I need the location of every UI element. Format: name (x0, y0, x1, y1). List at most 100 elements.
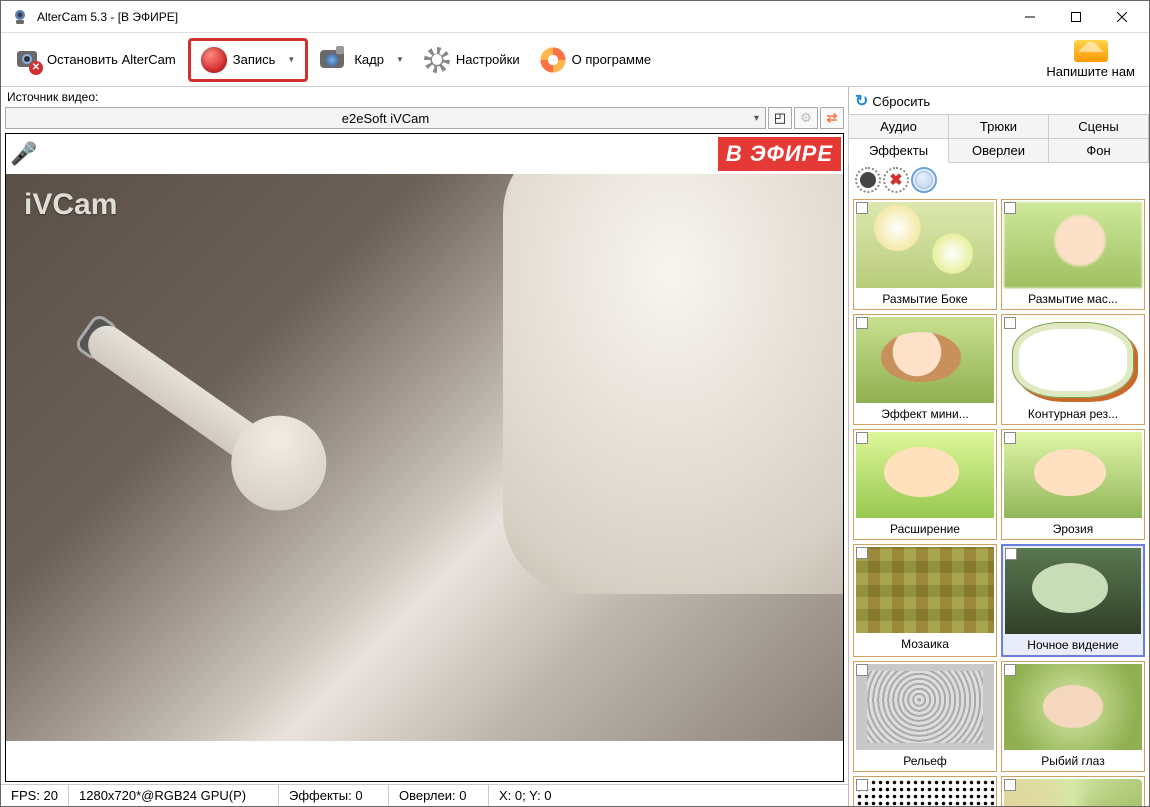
tab-scenes[interactable]: Сцены (1048, 114, 1149, 139)
webcam-stop-icon: ✕ (15, 47, 41, 73)
effect-checkbox[interactable] (1004, 779, 1016, 791)
frame-label: Кадр (354, 52, 384, 67)
effect-checkbox[interactable] (856, 547, 868, 559)
refresh-icon: ↻ (855, 91, 868, 111)
video-frame: iVCam (6, 174, 843, 741)
titlebar: AlterCam 5.3 - [В ЭФИРЕ] (1, 1, 1149, 33)
effect-label: Размытие мас... (1002, 290, 1144, 309)
camera-icon (320, 46, 348, 74)
toolbar: ✕ Остановить AlterCam Запись ▼ Кадр ▼ На… (1, 33, 1149, 87)
crop-button[interactable]: ◰ (768, 107, 792, 129)
record-icon (201, 47, 227, 73)
effect-label: Расширение (854, 520, 996, 539)
effect-label: Эрозия (1002, 520, 1144, 539)
frame-button[interactable]: Кадр ▼ (312, 42, 412, 78)
dropdown-arrow-icon[interactable]: ▼ (396, 55, 404, 64)
tab-audio[interactable]: Аудио (848, 114, 949, 139)
source-combobox[interactable]: e2eSoft iVCam (5, 107, 766, 129)
close-button[interactable] (1099, 2, 1145, 32)
mode-clear[interactable]: ✖ (883, 167, 909, 193)
about-button[interactable]: О программе (532, 43, 660, 77)
effect-thumbnail (856, 432, 994, 518)
effect-item[interactable]: Рыбий глаз (1001, 661, 1145, 772)
effect-label: Эффект мини... (854, 405, 996, 424)
source-label: Источник видео: (1, 87, 848, 107)
effect-checkbox[interactable] (856, 664, 868, 676)
mode-none[interactable] (855, 167, 881, 193)
tab-effects[interactable]: Эффекты (848, 138, 949, 163)
dropdown-arrow-icon[interactable]: ▼ (287, 55, 295, 64)
video-top-bar: 🎤 В ЭФИРЕ (6, 134, 843, 174)
status-bar: FPS: 20 1280x720*@RGB24 GPU(P) Эффекты: … (1, 784, 848, 806)
reset-button[interactable]: ↻ Сбросить (849, 87, 1149, 115)
effect-item[interactable]: Эффект мини... (853, 314, 997, 425)
crop-icon: ◰ (774, 110, 786, 126)
effect-thumbnail (1004, 317, 1142, 403)
status-effects: Эффекты: 0 (279, 785, 389, 806)
minimize-button[interactable] (1007, 2, 1053, 32)
effect-item[interactable]: Размытие мас... (1001, 199, 1145, 310)
effect-checkbox[interactable] (856, 317, 868, 329)
app-icon (11, 8, 29, 26)
source-value: e2eSoft iVCam (342, 111, 429, 126)
effect-checkbox[interactable] (856, 202, 868, 214)
stop-label: Остановить AlterCam (47, 52, 176, 67)
mode-circle[interactable] (911, 167, 937, 193)
effect-thumbnail (856, 202, 994, 288)
effect-checkbox[interactable] (1004, 202, 1016, 214)
settings-gear-button[interactable]: ⚙ (794, 107, 818, 129)
status-fps: FPS: 20 (1, 785, 69, 806)
video-preview: 🎤 В ЭФИРЕ iVCam (5, 133, 844, 782)
tab-tricks[interactable]: Трюки (948, 114, 1049, 139)
record-button[interactable]: Запись ▼ (188, 38, 309, 82)
effect-checkbox[interactable] (856, 779, 868, 791)
effect-thumbnail (1004, 202, 1142, 288)
effect-thumbnail (1004, 432, 1142, 518)
write-us-button[interactable]: Напишите нам (1038, 40, 1143, 79)
effect-label: Рыбий глаз (1002, 752, 1144, 771)
effect-item[interactable]: Полутон (853, 776, 997, 806)
tab-background[interactable]: Фон (1048, 138, 1149, 163)
microphone-icon[interactable]: 🎤 (10, 141, 37, 167)
stop-altercam-button[interactable]: ✕ Остановить AlterCam (7, 43, 184, 77)
effect-item[interactable]: Вихрь (1001, 776, 1145, 806)
maximize-button[interactable] (1053, 2, 1099, 32)
effect-item[interactable]: Размытие Боке (853, 199, 997, 310)
effect-label: Рельеф (854, 752, 996, 771)
tab-overlays[interactable]: Оверлеи (948, 138, 1049, 163)
reset-label: Сбросить (872, 94, 930, 109)
effect-thumbnail (856, 664, 994, 750)
effect-checkbox[interactable] (1004, 664, 1016, 676)
effect-item[interactable]: Рельеф (853, 661, 997, 772)
gear-small-icon: ⚙ (800, 110, 812, 126)
left-panel: Источник видео: e2eSoft iVCam ◰ ⚙ ⇄ 🎤 В … (1, 87, 849, 806)
status-overlays: Оверлеи: 0 (389, 785, 489, 806)
app-window: AlterCam 5.3 - [В ЭФИРЕ] ✕ Остановить Al… (0, 0, 1150, 807)
gear-icon (424, 47, 450, 73)
effects-list[interactable]: Размытие Боке Размытие мас... Эффект мин… (849, 197, 1149, 806)
effect-label: Контурная рез... (1002, 405, 1144, 424)
effect-thumbnail (856, 317, 994, 403)
live-badge: В ЭФИРЕ (718, 137, 841, 171)
effect-item[interactable]: Мозаика (853, 544, 997, 657)
effect-checkbox[interactable] (856, 432, 868, 444)
effect-item[interactable]: Расширение (853, 429, 997, 540)
swap-button[interactable]: ⇄ (820, 107, 844, 129)
effect-item[interactable]: Эрозия (1001, 429, 1145, 540)
effect-checkbox[interactable] (1005, 548, 1017, 560)
effect-checkbox[interactable] (1004, 432, 1016, 444)
effect-thumbnail (1004, 779, 1142, 806)
settings-label: Настройки (456, 52, 520, 67)
source-row: e2eSoft iVCam ◰ ⚙ ⇄ (1, 107, 848, 133)
envelope-icon (1074, 40, 1108, 62)
record-label: Запись (233, 52, 276, 67)
write-us-label: Напишите нам (1046, 64, 1135, 79)
effect-checkbox[interactable] (1004, 317, 1016, 329)
status-coords: X: 0; Y: 0 (489, 785, 562, 806)
effect-thumbnail (856, 547, 994, 633)
settings-button[interactable]: Настройки (416, 43, 528, 77)
effect-label: Размытие Боке (854, 290, 996, 309)
effect-item[interactable]: Контурная рез... (1001, 314, 1145, 425)
effect-mode-row: ✖ (849, 163, 1149, 197)
effect-item[interactable]: Ночное видение (1001, 544, 1145, 657)
